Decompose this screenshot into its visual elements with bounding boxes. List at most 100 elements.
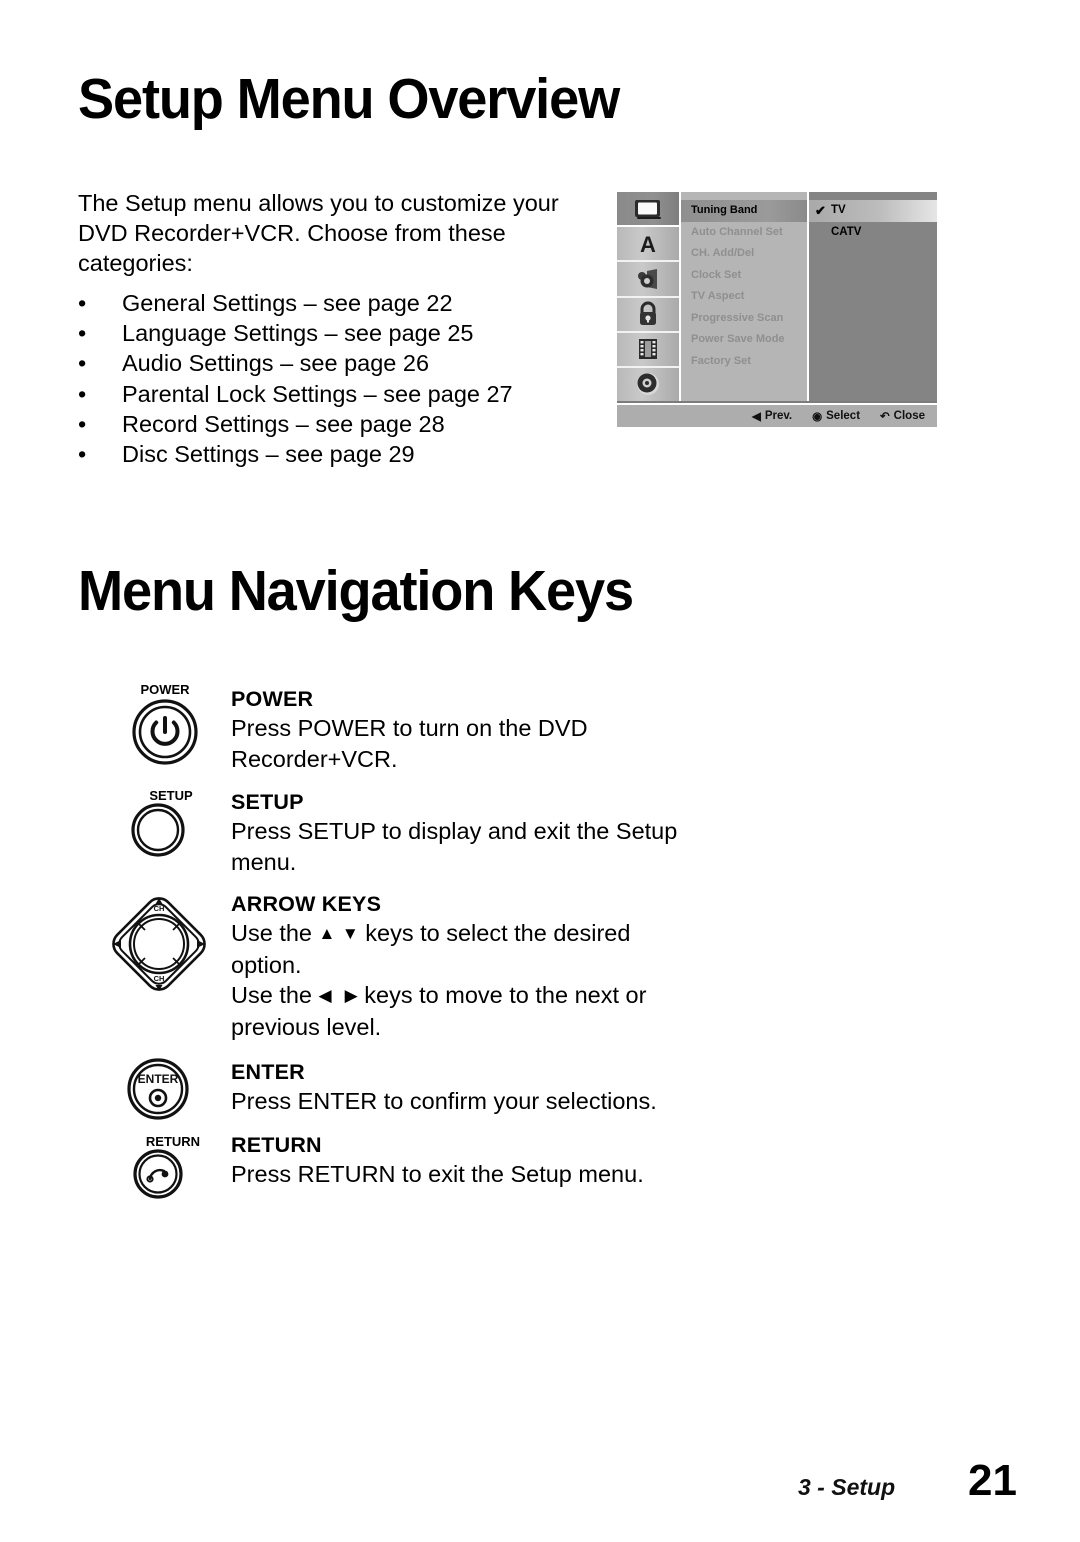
page-number: 21	[968, 1456, 1017, 1505]
enter-circle-icon: ◉	[812, 411, 823, 423]
intro-paragraph: The Setup menu allows you to customize y…	[78, 190, 559, 276]
key-description: Press ENTER to confirm your selections.	[231, 1088, 657, 1114]
power-symbol-icon	[150, 716, 180, 746]
list-item: • Disc Settings – see page 29	[78, 439, 598, 469]
key-text-power: POWER Press POWER to turn on the DVD Rec…	[231, 686, 701, 774]
osd-menu-item-clock-set[interactable]: Clock Set	[681, 265, 807, 287]
key-description: Press RETURN to exit the Setup menu.	[231, 1161, 644, 1187]
osd-hint-label: Close	[893, 410, 925, 422]
return-arc-arrow-icon	[146, 1168, 169, 1183]
osd-body: A Tuning Band Auto Channel Set CH. Add/D…	[617, 192, 937, 401]
bullet-glyph: •	[78, 380, 87, 407]
osd-menu-item-progressive-scan[interactable]: Progressive Scan	[681, 308, 807, 330]
checkmark-icon: ✔	[815, 203, 826, 219]
svg-text:A: A	[640, 232, 656, 256]
list-item: • Audio Settings – see page 26	[78, 348, 598, 378]
section-heading-menu-navigation-keys: Menu Navigation Keys	[78, 559, 634, 623]
key-text-arrow-keys: ARROW KEYS Use the ▲ ▼ keys to select th…	[231, 891, 701, 1042]
setup-menu-osd-screenshot: A Tuning Band Auto Channel Set CH. Add/D…	[617, 192, 937, 427]
bullet-glyph: •	[78, 441, 87, 468]
osd-category-general[interactable]	[617, 192, 679, 228]
key-description: Press POWER to turn on the DVD Recorder+…	[231, 715, 588, 772]
osd-category-audio[interactable]	[617, 262, 679, 298]
osd-option-label: TV	[831, 204, 846, 216]
triangle-up-icon: ▲	[318, 924, 336, 943]
svg-text:CH: CH	[154, 904, 165, 913]
speaker-audio-icon	[633, 268, 663, 290]
setup-button-illustration: SETUP	[118, 783, 213, 878]
desc-text: Use the	[231, 982, 319, 1008]
osd-category-parental-lock[interactable]	[617, 298, 679, 333]
power-button-caption: POWER	[140, 682, 190, 697]
bullet-glyph: •	[78, 290, 87, 316]
key-text-setup: SETUP Press SETUP to display and exit th…	[231, 789, 701, 877]
osd-category-disc[interactable]	[617, 368, 679, 401]
list-item-label: Parental Lock Settings – see page 27	[122, 380, 513, 407]
osd-category-icon-rail: A	[617, 192, 681, 401]
triangle-left-icon: ◀	[751, 411, 761, 423]
osd-menu-item-factory-set[interactable]: Factory Set	[681, 351, 807, 373]
film-strip-record-icon	[635, 337, 661, 361]
bullet-glyph: •	[78, 350, 87, 377]
key-description: Press SETUP to display and exit the Setu…	[231, 818, 678, 875]
key-description-line2: Use the ◀ ▶ keys to move to the next or …	[231, 980, 701, 1042]
list-item: • Record Settings – see page 28	[78, 409, 598, 439]
list-item: • Parental Lock Settings – see page 27	[78, 379, 598, 409]
osd-menu-item-tuning-band[interactable]: Tuning Band	[681, 200, 807, 222]
osd-hint-select[interactable]: ◉ Select	[812, 409, 860, 423]
osd-option-tv[interactable]: ✔ TV	[809, 200, 937, 222]
list-item-label: Language Settings – see page 25	[122, 320, 474, 347]
dpad-illustration: CH CH	[100, 885, 218, 1003]
setup-button-caption: SETUP	[149, 788, 193, 803]
svg-text:CH: CH	[154, 974, 165, 983]
tv-monitor-icon	[633, 198, 663, 220]
list-item: • Language Settings – see page 25	[78, 318, 598, 348]
footer-section-label: 3 - Setup	[798, 1474, 896, 1500]
padlock-parental-icon	[636, 301, 660, 327]
bullet-glyph: •	[78, 320, 87, 347]
osd-menu-item-auto-channel-set[interactable]: Auto Channel Set	[681, 222, 807, 244]
osd-option-label: CATV	[831, 225, 862, 238]
return-arrow-icon: ↶	[880, 411, 890, 423]
osd-menu-list: Tuning Band Auto Channel Set CH. Add/Del…	[681, 192, 809, 401]
settings-category-list: • General Settings – see page 22 • Langu…	[78, 288, 598, 469]
desc-text: Use the	[231, 920, 319, 946]
page-title: Setup Menu Overview	[78, 67, 620, 131]
osd-hint-label: Select	[826, 410, 861, 422]
osd-hint-close[interactable]: ↶ Close	[880, 409, 925, 423]
key-description-line1: Use the ▲ ▼ keys to select the desired o…	[231, 918, 701, 980]
osd-option-catv[interactable]: CATV	[809, 222, 937, 244]
osd-options-panel: ✔ TV CATV	[809, 192, 937, 401]
osd-hint-bar: ◀ Prev. ◉ Select ↶ Close	[617, 403, 937, 427]
key-text-return: RETURN Press RETURN to exit the Setup me…	[231, 1132, 701, 1190]
osd-hint-label: Prev.	[764, 410, 793, 422]
power-button-illustration: POWER	[118, 678, 213, 773]
key-text-enter: ENTER Press ENTER to confirm your select…	[231, 1059, 701, 1117]
list-item-label: General Settings – see page 22	[122, 290, 453, 316]
disc-icon	[635, 371, 661, 397]
osd-hint-prev[interactable]: ◀ Prev.	[752, 409, 792, 423]
return-button-caption: RETURN	[146, 1134, 200, 1149]
triangle-right-icon: ▶	[344, 986, 358, 1005]
osd-menu-item-ch-add-del[interactable]: CH. Add/Del	[681, 243, 807, 265]
osd-menu-item-power-save-mode[interactable]: Power Save Mode	[681, 329, 807, 351]
osd-menu-item-tv-aspect[interactable]: TV Aspect	[681, 286, 807, 308]
osd-category-record[interactable]	[617, 333, 679, 368]
enter-button-caption: ENTER	[138, 1072, 179, 1086]
key-title: ENTER	[231, 1060, 305, 1084]
list-item-label: Disc Settings – see page 29	[122, 441, 415, 468]
return-button-illustration: RETURN	[118, 1126, 213, 1221]
list-item-label: Record Settings – see page 28	[122, 410, 445, 437]
manual-page: Setup Menu Overview The Setup menu allow…	[0, 0, 1080, 1542]
triangle-down-icon: ▼	[341, 924, 359, 943]
list-item: • General Settings – see page 22	[78, 288, 598, 318]
key-title: ARROW KEYS	[231, 892, 382, 916]
osd-category-language[interactable]: A	[617, 227, 679, 263]
key-title: SETUP	[231, 790, 304, 814]
list-item-label: Audio Settings – see page 26	[122, 350, 430, 377]
triangle-left-icon: ◀	[318, 986, 332, 1005]
bullet-glyph: •	[78, 410, 87, 437]
key-title: POWER	[231, 687, 314, 711]
language-letter-a-icon: A	[635, 232, 661, 256]
enter-target-icon	[148, 1088, 168, 1108]
